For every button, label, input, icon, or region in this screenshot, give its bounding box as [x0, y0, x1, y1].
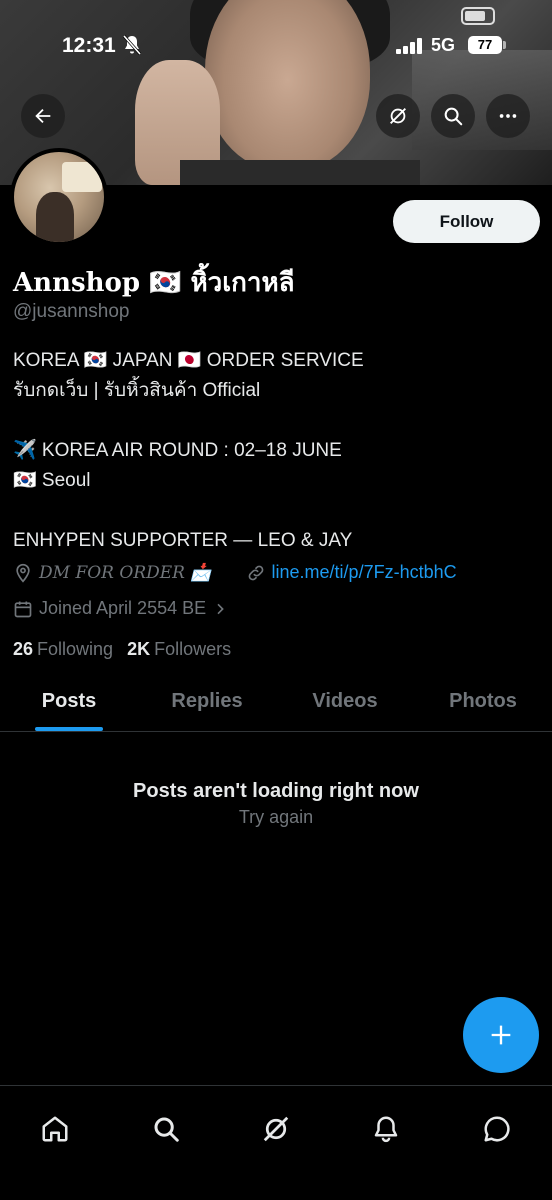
profile-meta: DM FOR ORDER 📩 line.me/ti/p/7Fz-hctbhC — [13, 562, 457, 583]
following-link[interactable]: 26 Following — [13, 639, 113, 660]
more-icon — [499, 114, 517, 118]
location-icon — [16, 563, 30, 583]
tab-posts[interactable]: Posts — [0, 672, 138, 731]
search-icon — [154, 1117, 179, 1142]
grok-icon — [390, 108, 406, 124]
battery-cap — [503, 41, 506, 49]
battery-indicator: 77 — [468, 36, 502, 54]
back-button[interactable] — [21, 94, 65, 138]
plus-icon — [491, 1025, 511, 1045]
join-date-row[interactable]: Joined April 2554 BE — [13, 598, 234, 619]
profile-tabs: Posts Replies Videos Photos — [0, 672, 552, 732]
tab-photos[interactable]: Photos — [414, 672, 552, 731]
signal-icon — [396, 38, 422, 54]
grok-icon — [263, 1116, 289, 1142]
network-type: 5G — [431, 35, 456, 55]
profile-handle: @jusannshop — [13, 301, 130, 322]
status-bar: 12:31 5G 77 — [0, 0, 552, 90]
tab-videos[interactable]: Videos — [276, 672, 414, 731]
search-button[interactable] — [431, 94, 475, 138]
follow-button[interactable]: Follow — [393, 200, 540, 243]
feed-error-title: Posts aren't loading right now — [133, 780, 419, 802]
back-arrow-icon — [35, 108, 51, 124]
message-icon — [484, 1116, 510, 1142]
tab-replies[interactable]: Replies — [138, 672, 276, 731]
nav-grok[interactable] — [251, 1104, 301, 1154]
followers-label: Followers — [154, 639, 232, 659]
nav-search[interactable] — [141, 1104, 191, 1154]
nav-notifications[interactable] — [361, 1104, 411, 1154]
followers-link[interactable]: 2K Followers — [127, 639, 231, 660]
battery-overlay-icon — [461, 7, 495, 25]
followers-count: 2K — [127, 639, 151, 659]
following-label: Following — [37, 639, 114, 659]
link-icon — [248, 565, 263, 580]
profile-location: DM FOR ORDER 📩 — [39, 562, 212, 583]
profile-name: Annshop 🇰🇷 หิ้วเกาหลี — [13, 268, 295, 298]
nav-home[interactable] — [30, 1104, 80, 1154]
compose-button[interactable] — [463, 997, 539, 1073]
silent-bell-icon — [122, 35, 142, 55]
home-icon — [42, 1116, 68, 1142]
retry-link[interactable]: Try again — [0, 807, 552, 828]
more-button[interactable] — [486, 94, 530, 138]
profile-bio: KOREA 🇰🇷 JAPAN 🇯🇵 ORDER SERVICE รับกดเว็… — [13, 350, 364, 551]
grok-button[interactable] — [376, 94, 420, 138]
chevron-right-icon — [217, 603, 224, 614]
avatar[interactable] — [10, 148, 108, 246]
calendar-icon — [14, 601, 32, 617]
profile-link[interactable]: line.me/ti/p/7Fz-hctbhC — [272, 562, 457, 583]
profile-joined: Joined April 2554 BE — [39, 598, 207, 618]
nav-messages[interactable] — [472, 1104, 522, 1154]
status-time: 12:31 — [62, 34, 116, 57]
follow-counts: 26 Following 2K Followers — [13, 639, 231, 660]
bottom-nav — [0, 1085, 552, 1200]
search-icon — [444, 107, 463, 126]
following-count: 26 — [13, 639, 34, 659]
bell-icon — [375, 1116, 398, 1143]
